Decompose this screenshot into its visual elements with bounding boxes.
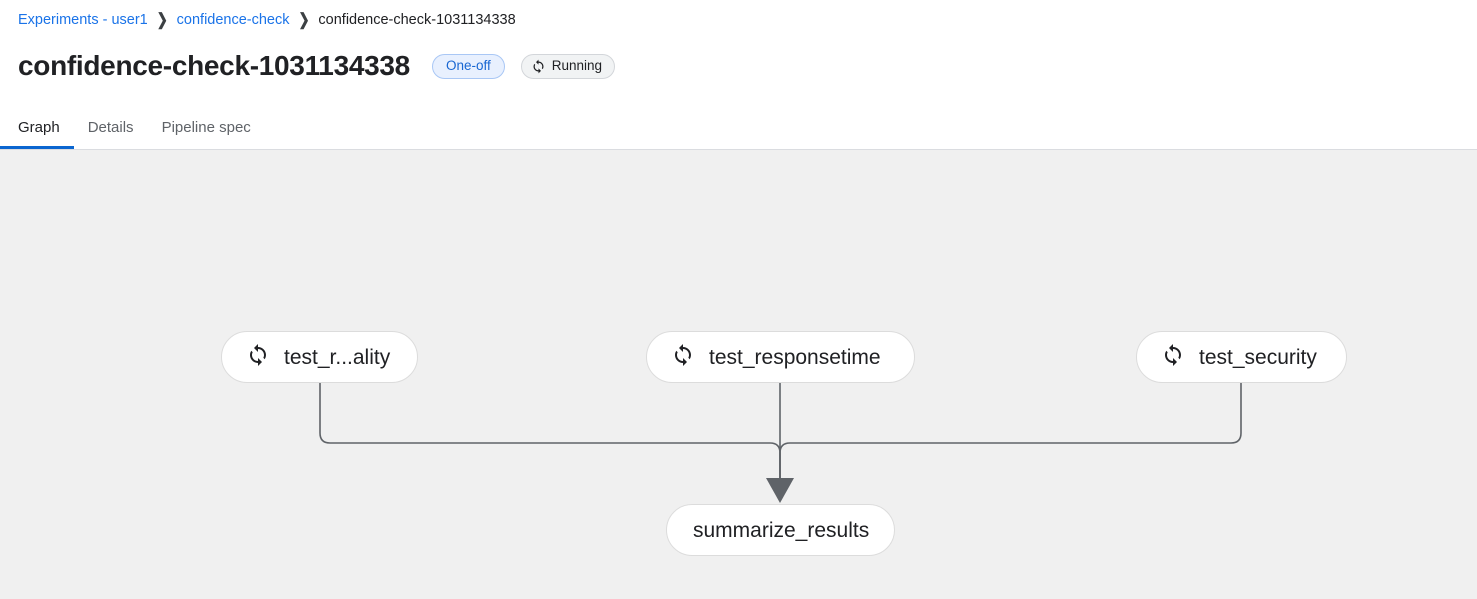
tab-graph[interactable]: Graph: [0, 113, 74, 149]
breadcrumb-separator-icon: ❯: [156, 10, 168, 29]
edge-security-to-summarize: [779, 383, 1242, 483]
pipeline-graph-canvas[interactable]: test_r...ality test_responsetime test_se…: [0, 150, 1477, 599]
edge-arrowhead-icon: [766, 478, 794, 503]
graph-node-label: test_responsetime: [709, 345, 881, 369]
edge-reliability-to-summarize: [319, 383, 781, 483]
graph-node-summarize-results[interactable]: summarize_results: [666, 504, 895, 556]
graph-node-label: summarize_results: [693, 518, 870, 542]
breadcrumb-separator-icon: ❯: [298, 10, 310, 29]
run-type-badge: One-off: [431, 53, 505, 79]
graph-node-test-reliability[interactable]: test_r...ality: [221, 331, 418, 383]
graph-node-label: test_security: [1199, 345, 1317, 369]
sync-icon: [671, 343, 695, 372]
page-header: confidence-check-1031134338 One-off Runn…: [18, 46, 616, 86]
breadcrumb-item-experiments[interactable]: Experiments - user1: [18, 11, 148, 29]
run-type-badge-label: One-off: [445, 58, 491, 74]
graph-node-label: test_r...ality: [284, 345, 391, 369]
sync-icon: [246, 343, 270, 372]
tab-details[interactable]: Details: [74, 113, 148, 149]
graph-node-test-security[interactable]: test_security: [1136, 331, 1347, 383]
sync-icon: [1161, 343, 1185, 372]
status-badge[interactable]: Running: [520, 53, 616, 79]
sync-icon: [531, 59, 546, 74]
status-badge-label: Running: [551, 58, 603, 74]
breadcrumb-item-confidence-check[interactable]: confidence-check: [177, 11, 290, 29]
page-title: confidence-check-1031134338: [18, 50, 410, 81]
tab-pipeline-spec[interactable]: Pipeline spec: [148, 113, 265, 149]
graph-node-test-responsetime[interactable]: test_responsetime: [646, 331, 915, 383]
breadcrumb-item-current: confidence-check-1031134338: [318, 12, 516, 28]
breadcrumb: Experiments - user1 ❯ confidence-check ❯…: [18, 10, 516, 29]
tab-bar: Graph Details Pipeline spec: [0, 113, 1477, 150]
